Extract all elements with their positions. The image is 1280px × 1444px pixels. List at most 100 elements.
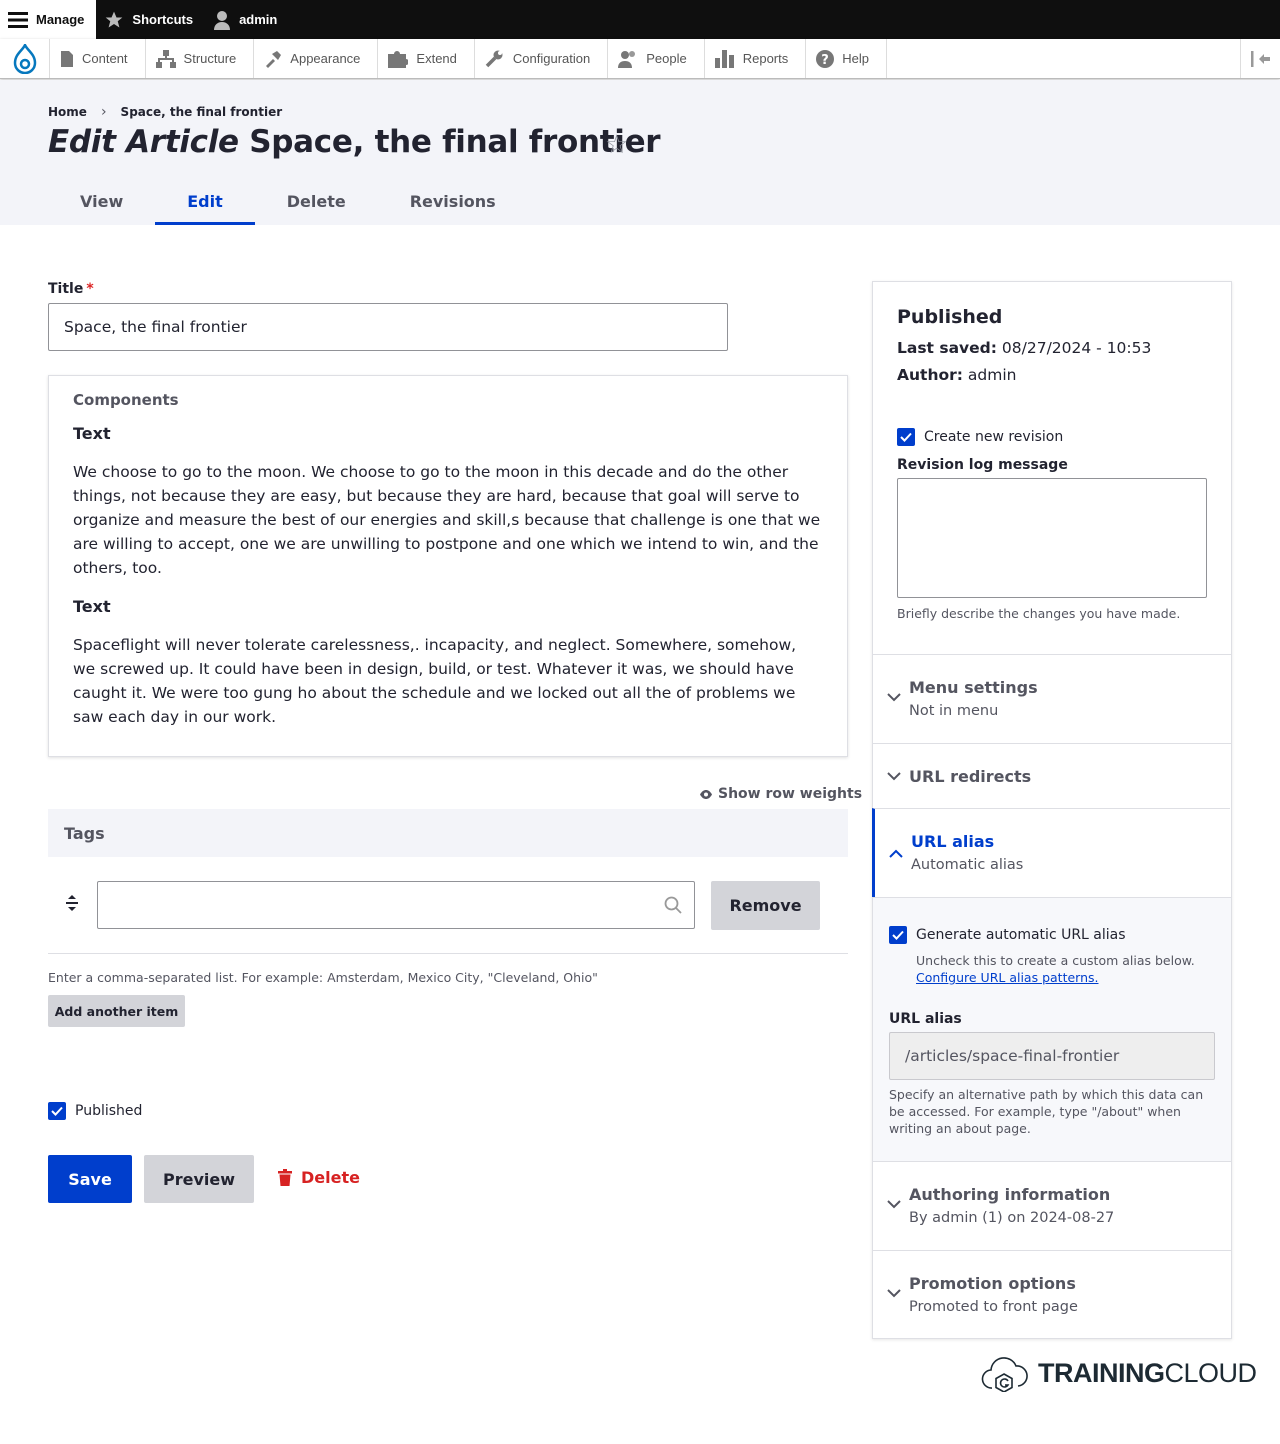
- tray-item-label: Help: [842, 51, 869, 66]
- brand-bold: TRAINING: [1038, 1357, 1165, 1388]
- author-value: admin: [967, 366, 1017, 384]
- component-label: Text: [73, 424, 111, 443]
- authoring-title: Authoring information: [909, 1185, 1111, 1204]
- add-another-item-button[interactable]: Add another item: [48, 995, 185, 1027]
- page-header: Home › Space, the final frontier Edit Ar…: [0, 80, 1280, 225]
- create-revision-label: Create new revision: [924, 429, 1064, 445]
- author: Author: admin: [897, 366, 1209, 384]
- revision-log-help: Briefly describe the changes you have ma…: [897, 606, 1181, 621]
- components-legend: Components: [73, 391, 179, 409]
- promotion-accordion[interactable]: Promotion options Promoted to front page: [873, 1250, 1231, 1338]
- url-alias-panel: Generate automatic URL alias Uncheck thi…: [873, 897, 1231, 1161]
- chevron-down-icon: [887, 1289, 901, 1298]
- chevron-down-icon: [887, 693, 901, 702]
- delete-link[interactable]: Delete: [278, 1168, 360, 1187]
- tray-item-people[interactable]: People: [608, 39, 705, 78]
- generate-alias-checkbox[interactable]: [889, 926, 907, 944]
- preview-button[interactable]: Preview: [144, 1155, 254, 1203]
- breadcrumb-current[interactable]: Space, the final frontier: [121, 105, 283, 119]
- component-body[interactable]: Spaceflight will never tolerate careless…: [73, 633, 823, 729]
- tab-revisions[interactable]: Revisions: [378, 180, 528, 225]
- generate-alias-help-text: Uncheck this to create a custom alias be…: [916, 953, 1195, 968]
- puzzle-icon: [388, 50, 409, 68]
- tray-item-appearance[interactable]: Appearance: [254, 39, 379, 78]
- remove-button[interactable]: Remove: [711, 881, 820, 930]
- check-icon: [892, 930, 904, 940]
- shortcuts-tab[interactable]: Shortcuts: [96, 0, 205, 39]
- bar-chart-icon: [714, 49, 734, 68]
- generate-alias-label: Generate automatic URL alias: [916, 927, 1126, 943]
- status-heading: Published: [897, 306, 1003, 328]
- trainingcloud-logo: TRAININGCLOUD: [980, 1354, 1257, 1392]
- row-weights-label: Show row weights: [718, 786, 863, 802]
- tray-item-label: Extend: [416, 51, 457, 66]
- published-label: Published: [75, 1103, 143, 1119]
- drupal-logo[interactable]: [0, 39, 50, 78]
- menu-settings-accordion[interactable]: Menu settings Not in menu: [873, 654, 1231, 743]
- url-alias-accordion[interactable]: URL alias Automatic alias: [872, 808, 1230, 897]
- hamburger-icon: [8, 11, 28, 28]
- tray-item-extend[interactable]: Extend: [378, 39, 475, 78]
- component-label: Text: [73, 597, 111, 616]
- title-input[interactable]: Space, the final frontier: [48, 303, 728, 351]
- brand-light: CLOUD: [1164, 1357, 1258, 1388]
- menu-settings-title: Menu settings: [909, 678, 1038, 697]
- chevron-down-icon: [887, 1200, 901, 1209]
- user-tab[interactable]: admin: [205, 0, 289, 39]
- chevron-up-icon: [889, 849, 903, 858]
- tags-header: Tags: [48, 809, 848, 857]
- required-marker: *: [86, 281, 94, 297]
- tray-item-configuration[interactable]: Configuration: [475, 39, 609, 78]
- component-body[interactable]: We choose to go to the moon. We choose t…: [73, 460, 823, 580]
- entity-meta: Published Last saved: 08/27/2024 - 10:53…: [897, 306, 1209, 393]
- revision-log-label: Revision log message: [897, 457, 1068, 473]
- url-alias-input[interactable]: /articles/space-final-frontier: [889, 1032, 1215, 1080]
- tab-view[interactable]: View: [48, 180, 155, 225]
- tray-item-label: Reports: [742, 51, 789, 66]
- tray-item-content[interactable]: Content: [50, 39, 146, 78]
- trash-icon: [278, 1169, 292, 1186]
- published-field: Published: [48, 1102, 142, 1120]
- tray-item-reports[interactable]: Reports: [705, 39, 807, 78]
- tray-item-structure[interactable]: Structure: [146, 39, 255, 78]
- tray-item-label: Content: [82, 51, 128, 66]
- breadcrumb-separator: ›: [100, 104, 107, 120]
- page-title-prefix: Edit Article: [48, 124, 239, 160]
- tray-item-help[interactable]: ? Help: [806, 39, 887, 78]
- save-button[interactable]: Save: [48, 1155, 132, 1203]
- tray-item-label: People: [646, 51, 687, 66]
- manage-tab[interactable]: Manage: [0, 0, 97, 39]
- admin-toolbar: Manage Shortcuts admin: [0, 0, 1280, 39]
- admin-tray: Content Structure Appearance Extend Conf…: [0, 39, 1280, 79]
- drag-handle-icon[interactable]: [65, 895, 79, 915]
- configure-patterns-link[interactable]: Configure URL alias patterns.: [916, 969, 1195, 986]
- tags-autocomplete-input[interactable]: [97, 881, 695, 929]
- revision-log-textarea[interactable]: [897, 478, 1207, 598]
- user-label: admin: [239, 12, 278, 27]
- url-redirects-accordion[interactable]: URL redirects: [873, 743, 1231, 808]
- check-icon: [51, 1106, 63, 1116]
- tray-item-label: Appearance: [290, 51, 361, 66]
- generate-alias-help: Uncheck this to create a custom alias be…: [916, 952, 1195, 986]
- create-revision-checkbox[interactable]: [897, 428, 915, 446]
- people-icon: [618, 50, 636, 68]
- shortcuts-label: Shortcuts: [132, 12, 194, 27]
- breadcrumb-home[interactable]: Home: [48, 105, 87, 119]
- last-saved-label: Last saved:: [897, 339, 997, 357]
- tray-item-label: Configuration: [512, 51, 591, 66]
- page-title: Edit Article Space, the final frontier: [48, 124, 661, 160]
- delete-label: Delete: [301, 1168, 360, 1187]
- favorite-star-icon[interactable]: ☆: [605, 130, 628, 160]
- show-row-weights-button[interactable]: Show row weights: [700, 786, 862, 802]
- breadcrumb: Home › Space, the final frontier: [48, 104, 282, 120]
- tray-orientation-toggle[interactable]: [1240, 39, 1280, 78]
- tab-edit[interactable]: Edit: [155, 180, 255, 225]
- published-checkbox[interactable]: [48, 1102, 66, 1120]
- svg-text:?: ?: [821, 53, 829, 68]
- tab-delete[interactable]: Delete: [255, 180, 378, 225]
- title-label: Title *: [48, 281, 94, 297]
- authoring-accordion[interactable]: Authoring information By admin (1) on 20…: [873, 1161, 1231, 1250]
- brand-wordmark: TRAININGCLOUD: [1038, 1358, 1257, 1389]
- paintbrush-icon: [266, 50, 282, 68]
- promotion-summary: Promoted to front page: [909, 1299, 1078, 1315]
